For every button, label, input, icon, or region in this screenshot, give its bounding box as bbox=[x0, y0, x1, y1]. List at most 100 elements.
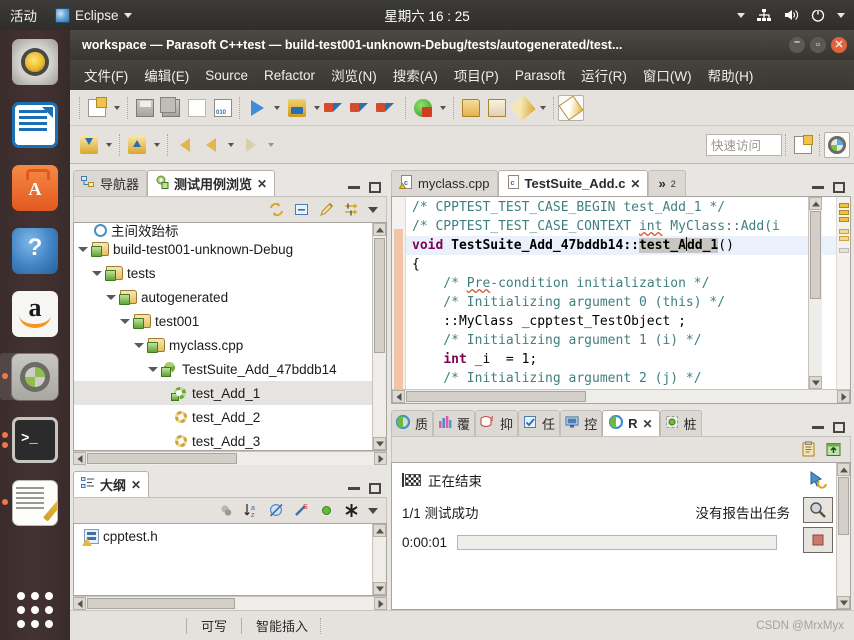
scroll-down-button[interactable] bbox=[373, 582, 386, 595]
tree-row[interactable]: tests bbox=[74, 261, 372, 285]
back-history-button[interactable] bbox=[172, 132, 198, 158]
launcher-item-sound-converter[interactable] bbox=[0, 30, 70, 93]
menu-file[interactable]: 文件(F) bbox=[76, 62, 136, 88]
clipboard-icon[interactable] bbox=[800, 441, 817, 458]
hex-button[interactable] bbox=[210, 95, 236, 121]
minimize-icon[interactable] bbox=[812, 426, 824, 429]
menu-run[interactable]: 运行(R) bbox=[573, 62, 635, 88]
tab-console[interactable]: 控 bbox=[560, 410, 603, 436]
test-case-tree[interactable]: 主间效跆标 build-test001-unknown-Debug tests bbox=[73, 222, 387, 451]
tree-row[interactable]: myclass.cpp bbox=[74, 333, 372, 357]
launcher-item-dash[interactable] bbox=[0, 586, 70, 634]
menu-navigate[interactable]: 浏览(N) bbox=[323, 62, 385, 88]
scrollbar-thumb[interactable] bbox=[810, 211, 821, 299]
upload-button[interactable] bbox=[124, 132, 150, 158]
menu-project[interactable]: 项目(P) bbox=[446, 62, 507, 88]
tree-row[interactable]: autogenerated bbox=[74, 285, 372, 309]
tab-coverage[interactable]: 覆 bbox=[433, 410, 476, 436]
menu-edit[interactable]: 编辑(E) bbox=[136, 62, 197, 88]
tab-quality[interactable]: 质 bbox=[391, 410, 434, 436]
hide-static-icon[interactable]: S bbox=[293, 502, 310, 519]
tab-testsuite-add-c[interactable]: c TestSuite_Add.c ✕ bbox=[497, 170, 649, 196]
menu-help[interactable]: 帮助(H) bbox=[700, 62, 762, 88]
tree-horizontal-scrollbar[interactable] bbox=[73, 451, 387, 465]
scrollbar-thumb[interactable] bbox=[87, 598, 235, 609]
menu-parasoft[interactable]: Parasoft bbox=[507, 65, 573, 86]
tab-tasks[interactable]: 任 bbox=[518, 410, 561, 436]
open-folder-button[interactable] bbox=[458, 95, 484, 121]
cpptest-run-button[interactable] bbox=[323, 95, 350, 121]
outline-list[interactable]: cpptest.h bbox=[73, 523, 387, 596]
tree-row[interactable]: test_Add_3 bbox=[74, 429, 372, 450]
minimize-icon[interactable] bbox=[812, 186, 824, 189]
close-icon[interactable]: ✕ bbox=[630, 177, 640, 191]
tree-row[interactable]: TestSuite_Add_47bddb14 bbox=[74, 357, 372, 381]
chevron-down-icon[interactable] bbox=[737, 12, 745, 18]
launcher-item-terminal[interactable] bbox=[0, 408, 70, 471]
pencil-icon[interactable] bbox=[318, 201, 335, 218]
editor-text-area[interactable]: /* CPPTEST_TEST_CASE_BEGIN test_Add_1 */… bbox=[406, 197, 836, 389]
editor-annotation-ruler[interactable] bbox=[392, 197, 406, 389]
chevron-down-icon[interactable] bbox=[440, 105, 446, 110]
chevron-down-icon[interactable] bbox=[368, 507, 378, 514]
outline-vertical-scrollbar[interactable] bbox=[372, 524, 386, 595]
asterisk-icon[interactable] bbox=[343, 502, 360, 519]
rerun-button[interactable] bbox=[803, 467, 833, 493]
activities-button[interactable]: 活动 bbox=[0, 0, 46, 30]
scroll-left-button[interactable] bbox=[73, 452, 86, 465]
new-button[interactable] bbox=[84, 95, 110, 121]
maximize-icon[interactable] bbox=[369, 483, 381, 494]
editor-overview-ruler[interactable] bbox=[836, 197, 850, 389]
twisty-icon[interactable] bbox=[78, 244, 88, 254]
minimize-icon[interactable] bbox=[348, 487, 360, 490]
chevron-down-icon[interactable] bbox=[114, 105, 120, 110]
menu-refactor[interactable]: Refactor bbox=[256, 65, 323, 86]
chevron-down-icon[interactable] bbox=[274, 105, 280, 110]
cpptest-run-2-button[interactable] bbox=[349, 95, 376, 121]
tree-row[interactable]: test_Add_1 bbox=[74, 381, 372, 405]
editor-tab-overflow[interactable]: » 2 bbox=[648, 170, 686, 196]
tab-stubs[interactable]: 桩 bbox=[659, 410, 702, 436]
scroll-right-button[interactable] bbox=[374, 452, 387, 465]
launcher-item-software-center[interactable] bbox=[0, 156, 70, 219]
scrollbar-thumb[interactable] bbox=[374, 238, 385, 353]
cpptest-perspective-button[interactable] bbox=[824, 131, 850, 158]
results-body[interactable]: 正在结束 1/1 测试成功 没有报告出任务 0:00:01 bbox=[391, 462, 851, 610]
scroll-down-button[interactable] bbox=[837, 596, 850, 609]
twisty-icon[interactable] bbox=[134, 340, 144, 350]
chevron-down-icon[interactable] bbox=[368, 206, 378, 213]
launcher-item-eclipse[interactable] bbox=[0, 345, 70, 408]
print-button[interactable] bbox=[184, 95, 210, 121]
maximize-icon[interactable] bbox=[369, 182, 381, 193]
save-all-button[interactable] bbox=[158, 95, 184, 121]
twisty-icon[interactable] bbox=[106, 292, 116, 302]
maximize-icon[interactable] bbox=[833, 422, 845, 433]
export-icon[interactable] bbox=[825, 441, 842, 458]
launcher-item-help[interactable] bbox=[0, 219, 70, 282]
quick-access-input[interactable]: 快速访问 bbox=[706, 133, 782, 156]
menu-window[interactable]: 窗口(W) bbox=[635, 62, 700, 88]
tree-row[interactable]: test_Add_2 bbox=[74, 405, 372, 429]
collapse-all-icon[interactable] bbox=[293, 201, 310, 218]
scrollbar-thumb[interactable] bbox=[838, 477, 849, 535]
menu-search[interactable]: 搜索(A) bbox=[385, 62, 446, 88]
open-perspective-button[interactable] bbox=[790, 132, 816, 158]
scroll-up-button[interactable] bbox=[373, 223, 386, 236]
tab-test-case-explorer[interactable]: 测试用例浏览 ✕ bbox=[147, 170, 276, 196]
tab-suppressions[interactable]: ! 抑 bbox=[475, 410, 519, 436]
scroll-up-button[interactable] bbox=[373, 524, 386, 537]
maximize-icon[interactable] bbox=[833, 182, 845, 193]
tree-row[interactable]: 主间效跆标 bbox=[74, 223, 372, 237]
launcher-item-libreoffice-writer[interactable] bbox=[0, 93, 70, 156]
app-menu-button[interactable]: Eclipse bbox=[46, 0, 141, 30]
hide-nonpublic-icon[interactable] bbox=[268, 502, 285, 519]
chevron-down-icon[interactable] bbox=[314, 105, 320, 110]
editor-horizontal-scrollbar[interactable] bbox=[392, 389, 850, 403]
minimize-button[interactable]: – bbox=[789, 37, 805, 53]
tree-row[interactable]: test001 bbox=[74, 309, 372, 333]
forward-button[interactable] bbox=[238, 132, 264, 158]
results-vertical-scrollbar[interactable] bbox=[836, 463, 850, 609]
cpptest-run-3-button[interactable] bbox=[375, 95, 402, 121]
scroll-right-button[interactable] bbox=[374, 597, 387, 610]
scroll-left-button[interactable] bbox=[392, 390, 405, 403]
